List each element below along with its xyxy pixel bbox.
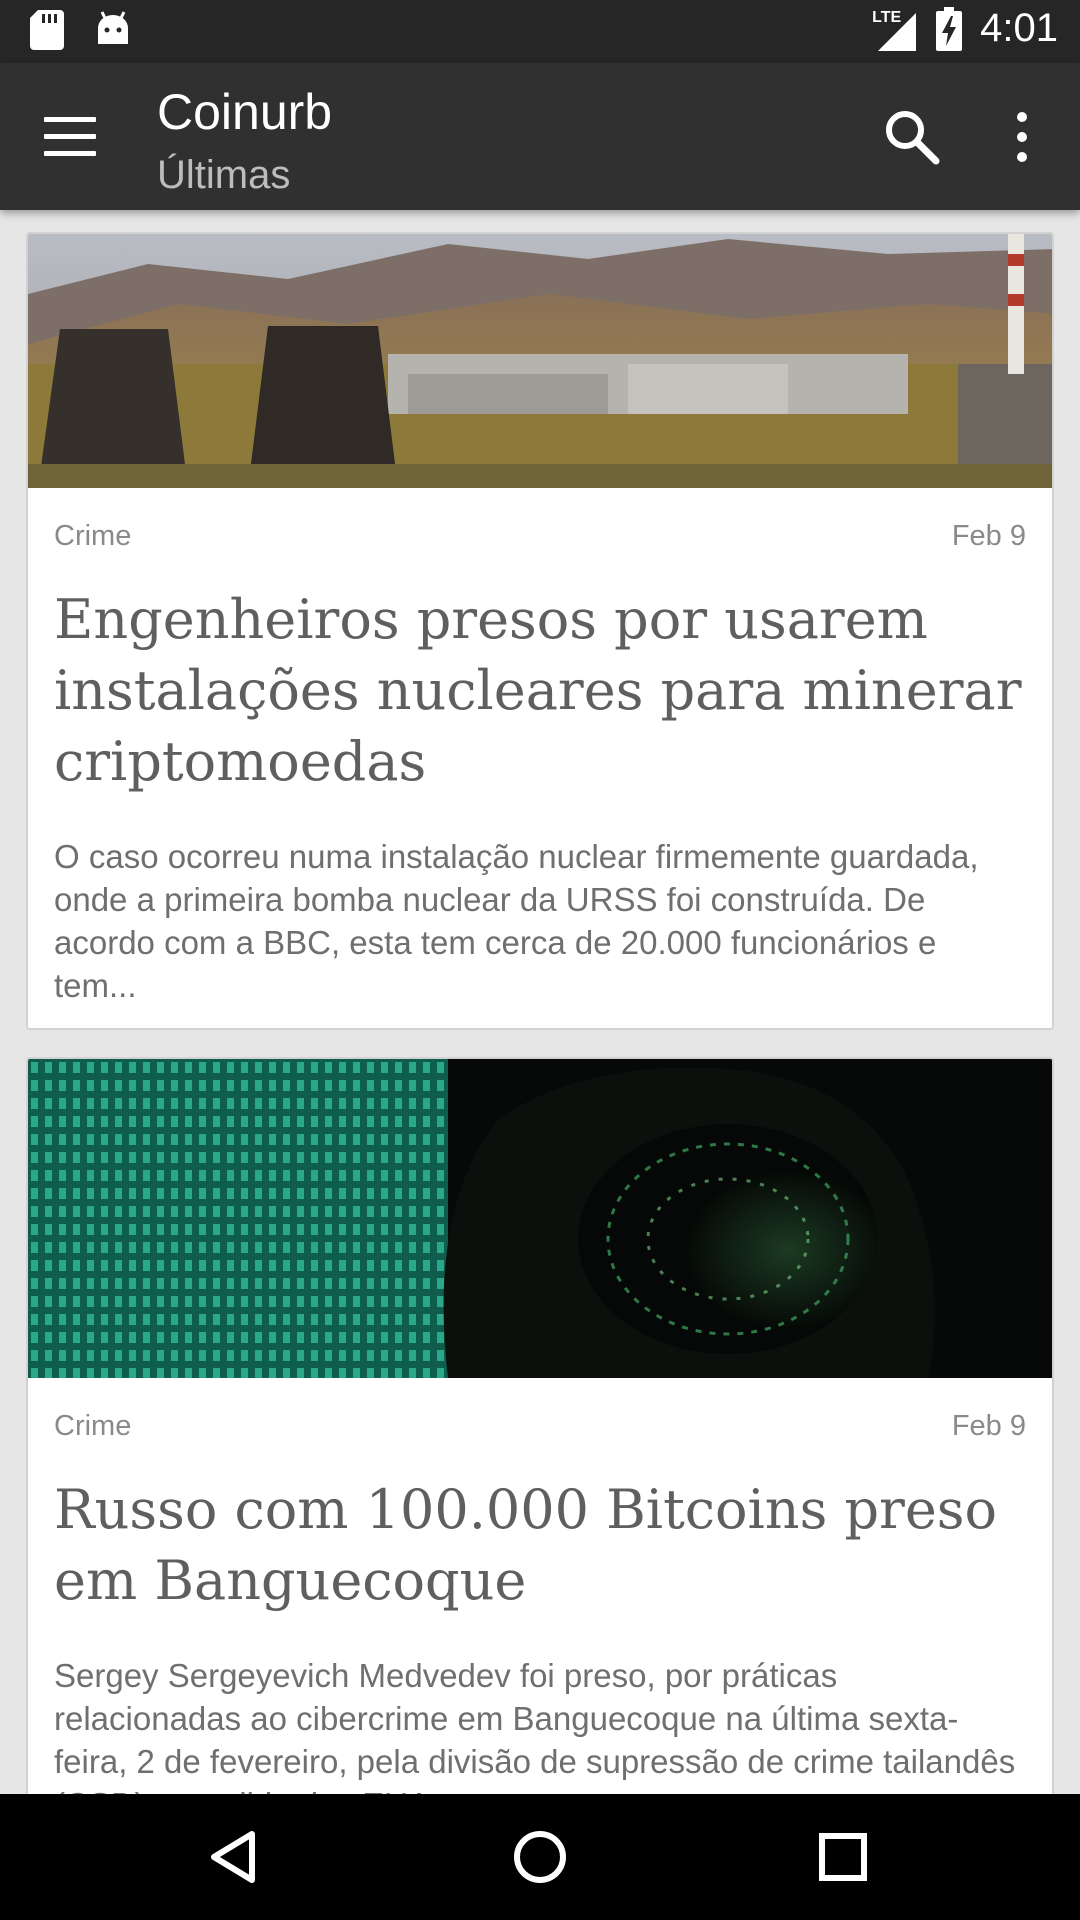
home-icon (514, 1831, 566, 1883)
battery-charging-icon (936, 6, 963, 51)
article-meta: Crime Feb 9 (28, 1378, 1052, 1474)
app-title: Coinurb (157, 84, 333, 140)
hooded-hacker-binary-code-image (28, 1059, 1052, 1378)
article-summary: O caso ocorreu numa instalação nuclear f… (54, 838, 979, 1004)
nuclear-plant-landscape-image (28, 234, 1052, 488)
home-button[interactable] (505, 1824, 575, 1890)
clock: 4:01 (980, 6, 1058, 50)
menu-icon (40, 111, 100, 156)
network-type-label: LTE (872, 8, 902, 26)
back-button[interactable] (200, 1824, 270, 1890)
article-headline[interactable]: Russo com 100.000 Bitcoins preso em Bang… (28, 1474, 1052, 1616)
article-feed[interactable]: Crime Feb 9 Engenheiros presos por usare… (0, 210, 1080, 1794)
app-bar: Coinurb Últimas (0, 63, 1080, 210)
article-summary: Sergey Sergeyevich Medvedev foi preso, p… (54, 1657, 1016, 1794)
signal-icon: LTE (870, 7, 918, 51)
navigation-bar (0, 1794, 1080, 1920)
more-options-button[interactable] (1000, 105, 1044, 169)
article-date: Feb 9 (951, 1410, 1026, 1442)
article-meta: Crime Feb 9 (28, 488, 1052, 584)
section-subtitle: Últimas (157, 153, 291, 197)
search-icon (886, 111, 940, 165)
back-icon (211, 1831, 255, 1883)
article-date: Feb 9 (951, 520, 1026, 552)
search-button[interactable] (880, 105, 944, 169)
menu-button[interactable] (40, 111, 100, 159)
android-icon (98, 11, 128, 44)
recents-icon (819, 1833, 867, 1881)
article-card[interactable]: Crime Feb 9 Engenheiros presos por usare… (26, 232, 1054, 1030)
article-card[interactable]: Crime Feb 9 Russo com 100.000 Bitcoins p… (26, 1057, 1054, 1794)
recents-button[interactable] (808, 1824, 878, 1890)
article-category: Crime (54, 520, 132, 552)
article-category: Crime (54, 1410, 132, 1442)
sd-card-icon (30, 10, 64, 50)
status-bar: LTE 4:01 (0, 0, 1080, 63)
article-headline[interactable]: Engenheiros presos por usarem instalaçõe… (28, 584, 1052, 797)
more-vert-icon (1017, 112, 1027, 162)
